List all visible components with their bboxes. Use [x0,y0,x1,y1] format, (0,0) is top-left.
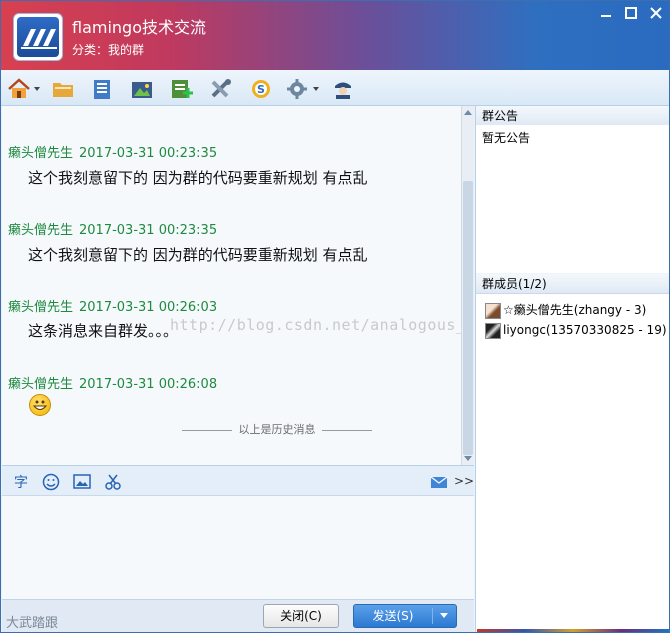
group-avatar[interactable] [13,13,63,61]
send-button[interactable]: 发送(S) [353,604,457,628]
chat-message-area[interactable]: 癞头僧先生 2017-03-31 00:23:35 这个我刻意留下的 因为群的代码… [2,106,465,465]
expand-toolbar-button[interactable]: >> [454,474,474,488]
sync-button[interactable]: S [249,77,273,101]
member-item[interactable]: liyongc(13570330825 - 19) [485,321,669,339]
message-header: 癞头僧先生 2017-03-31 00:23:35 [8,219,217,238]
group-logo-icon [21,29,57,49]
announcement-title: 群公告 [476,106,669,126]
members-title: 群成员(1/2) [476,274,669,294]
note-icon [94,80,110,99]
minimize-button[interactable] [596,6,616,24]
message-text: 这个我刻意留下的 因为群的代码要重新规划 有点乱 [28,246,368,264]
group-admin-button[interactable] [331,77,355,101]
emoji-button[interactable] [42,473,60,491]
home-dropdown-arrow[interactable] [34,87,40,91]
message-sender[interactable]: 癞头僧先生 [8,146,73,161]
add-app-icon [172,80,193,98]
message-time: 2017-03-31 00:26:03 [79,300,218,315]
message-header: 癞头僧先生 2017-03-31 00:23:35 [8,142,217,161]
announcement-panel: 暂无公告 [476,125,669,273]
history-divider: 以上是历史消息 [182,423,372,437]
group-name: flamingo技术交流 [72,18,207,37]
close-icon [650,7,662,19]
close-chat-button[interactable]: 关闭(C) [263,604,339,628]
send-label[interactable]: 发送(S) [354,605,432,627]
input-toolbar: 字 >> [2,465,474,496]
svg-text:S: S [257,83,265,96]
message-sender[interactable]: 癞头僧先生 [8,223,73,238]
group-files-button[interactable] [51,77,75,101]
member-avatar [485,302,501,319]
settings-button[interactable] [286,77,310,101]
message-time: 2017-03-31 00:26:08 [79,377,218,392]
member-label: liyongc(13570330825 - 19) [503,323,667,337]
group-album-button[interactable] [130,77,154,101]
mail-icon [430,476,448,488]
message-time: 2017-03-31 00:23:35 [79,223,218,238]
group-notes-button[interactable] [90,77,114,101]
member-list[interactable]: ☆癞头僧先生(zhangy - 3) liyongc(13570330825 -… [476,294,669,632]
message-header: 癞头僧先生 2017-03-31 00:26:03 [8,296,217,315]
message-time: 2017-03-31 00:23:35 [79,146,218,161]
close-window-button[interactable] [646,6,666,24]
message-history-button[interactable] [430,473,448,491]
maximize-button[interactable] [621,6,641,24]
grin-emoji-icon [29,394,51,416]
image-icon [73,474,91,489]
group-sidebar: 群公告 暂无公告 群成员(1/2) ☆癞头僧先生(zhangy - 3) liy… [475,106,669,632]
screenshot-icon [105,474,121,490]
brand-watermark: 大武踏跟 [6,616,59,631]
member-avatar [485,322,501,339]
add-app-button[interactable] [170,77,194,101]
chat-window: flamingo技术交流 分类：我的群 S 癞头僧先生 2017-03-31 0… [0,0,670,633]
message-text: 这个我刻意留下的 因为群的代码要重新规划 有点乱 [28,169,368,187]
album-icon [132,82,152,98]
title-bar[interactable]: flamingo技术交流 分类：我的群 [1,1,669,70]
scroll-down-arrow[interactable] [464,456,472,461]
settings-icon [287,79,307,99]
settings-dropdown-arrow[interactable] [313,87,319,91]
bottom-bar: 大武踏跟 关闭(C) 发送(S) [2,599,474,632]
scroll-up-arrow[interactable] [464,110,472,115]
watermark: http://blog.csdn.net/analogous_ [170,316,466,334]
message-sender[interactable]: 癞头僧先生 [8,377,73,392]
tools-icon [211,79,231,98]
home-button[interactable] [7,77,31,101]
minimize-icon [601,15,611,17]
send-options-chevron-down-icon[interactable] [440,613,448,618]
scrollbar-thumb[interactable] [463,181,473,455]
main-toolbar: S [1,70,669,106]
message-text: 这条消息来自群发。。。 [28,322,179,340]
tools-button[interactable] [209,77,233,101]
chat-scrollbar[interactable] [461,106,474,465]
announcement-text: 暂无公告 [482,131,531,145]
message-input[interactable] [2,496,474,599]
message-header: 癞头僧先生 2017-03-31 00:26:08 [8,373,217,392]
sync-icon: S [252,80,270,98]
send-separator [432,608,433,624]
font-button[interactable]: 字 [12,473,30,491]
maximize-icon [625,7,637,19]
home-icon [8,78,30,98]
send-image-button[interactable] [73,473,91,491]
folder-icon [53,83,73,97]
member-label: ☆癞头僧先生(zhangy - 3) [503,303,647,317]
group-category: 分类：我的群 [72,43,145,57]
desktop-background-strip [477,629,669,632]
admin-icon [335,82,351,99]
member-item[interactable]: ☆癞头僧先生(zhangy - 3) [485,301,669,319]
emoji-icon [42,473,60,491]
message-sender[interactable]: 癞头僧先生 [8,300,73,315]
font-icon: 字 [14,475,28,491]
history-divider-label: 以上是历史消息 [238,423,316,436]
screenshot-button[interactable] [104,473,122,491]
